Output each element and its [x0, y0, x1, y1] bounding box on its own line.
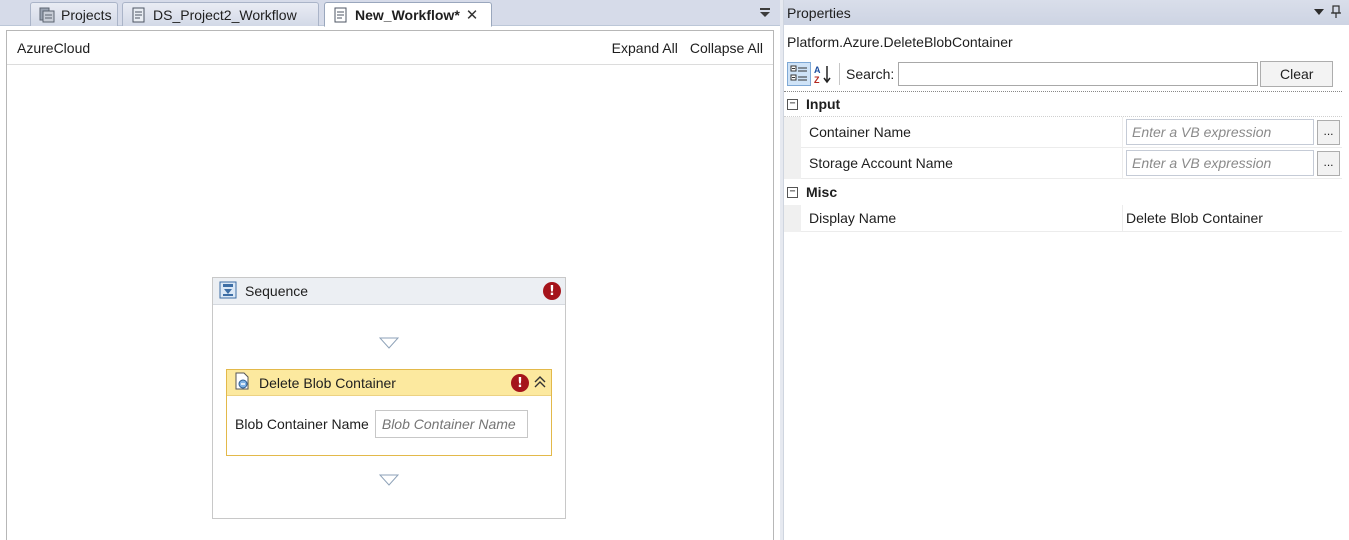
close-icon[interactable]: ✕ [466, 6, 479, 24]
row-gutter [784, 117, 801, 148]
properties-panel: Properties Platform.Azure.DeleteBlobCont… [783, 0, 1349, 540]
category-misc[interactable]: − Misc [784, 179, 1342, 205]
drop-arrow-icon[interactable] [379, 474, 399, 486]
blob-container-name-label: Blob Container Name [235, 416, 369, 432]
property-grid: − Input Container Name Enter a VB expres… [784, 91, 1342, 232]
tab-label: DS_Project2_Workflow [153, 6, 297, 23]
blob-container-name-input[interactable] [374, 410, 528, 438]
delete-blob-container-activity[interactable]: Delete Blob Container ! Blob Container N… [226, 369, 552, 456]
properties-title: Properties [787, 4, 851, 21]
categorized-icon[interactable] [787, 62, 811, 86]
property-name: Display Name [801, 205, 1123, 232]
expand-all-button[interactable]: Expand All [612, 40, 678, 56]
sequence-activity[interactable]: Sequence ! Delete Blob Container ! Blob … [212, 277, 566, 519]
menu-icon[interactable] [1313, 6, 1325, 18]
property-name: Container Name [801, 117, 1123, 148]
container-name-expression-input[interactable]: Enter a VB expression [1126, 119, 1314, 145]
document-tabstrip: Projects DS_Project2_Workflow New_Workfl… [0, 0, 780, 27]
activity-title: Delete Blob Container [259, 374, 396, 391]
collapse-icon[interactable]: − [787, 186, 798, 198]
collapse-all-button[interactable]: Collapse All [690, 40, 763, 56]
workflow-doc-icon [333, 7, 349, 23]
property-name: Storage Account Name [801, 148, 1123, 179]
activity-body: Blob Container Name [227, 396, 551, 438]
activity-icon [233, 372, 251, 393]
collapse-icon[interactable]: − [787, 98, 798, 110]
category-label: Misc [806, 184, 838, 200]
expression-editor-button[interactable]: ... [1317, 150, 1340, 176]
svg-text:A: A [814, 65, 821, 75]
display-name-value[interactable]: Delete Blob Container [1123, 205, 1342, 232]
sequence-title: Sequence [245, 283, 309, 299]
designer-surface: AzureCloud Expand All Collapse All Seque… [6, 30, 774, 540]
category-input[interactable]: − Input [784, 91, 1342, 117]
error-icon[interactable]: ! [511, 374, 529, 392]
property-value: Enter a VB expression ... [1123, 117, 1342, 148]
properties-title-bar: Properties [784, 0, 1349, 25]
selected-type-name: Platform.Azure.DeleteBlobContainer [787, 34, 1013, 50]
expression-editor-button[interactable]: ... [1317, 119, 1340, 145]
sequence-header[interactable]: Sequence ! [213, 278, 565, 305]
collapse-icon[interactable] [533, 375, 547, 389]
property-row-display-name[interactable]: Display Name Delete Blob Container [784, 205, 1342, 232]
property-row-container-name[interactable]: Container Name Enter a VB expression ... [784, 117, 1342, 148]
search-label: Search: [846, 66, 895, 82]
svg-text:Z: Z [814, 75, 820, 84]
category-label: Input [806, 96, 841, 112]
row-gutter [784, 148, 801, 179]
tab-label: New_Workflow* [355, 6, 460, 23]
clear-button[interactable]: Clear [1260, 61, 1334, 87]
row-gutter [784, 205, 801, 232]
alphabetical-icon[interactable]: AZ [811, 62, 835, 86]
tab-projects[interactable]: Projects [30, 2, 118, 26]
property-row-storage-account-name[interactable]: Storage Account Name Enter a VB expressi… [784, 148, 1342, 179]
workflow-designer-pane: Projects DS_Project2_Workflow New_Workfl… [0, 0, 780, 540]
activity-header[interactable]: Delete Blob Container ! [227, 370, 551, 396]
overflow-icon[interactable] [758, 5, 772, 19]
properties-toolbar: AZ Search: Clear [784, 59, 1349, 89]
sequence-icon [219, 281, 237, 302]
breadcrumb[interactable]: AzureCloud [17, 40, 600, 56]
property-value: Enter a VB expression ... [1123, 148, 1342, 179]
error-icon[interactable]: ! [543, 282, 561, 300]
pin-icon[interactable] [1330, 5, 1342, 19]
projects-icon [39, 7, 55, 23]
tab-label: Projects [61, 6, 112, 23]
storage-account-name-expression-input[interactable]: Enter a VB expression [1126, 150, 1314, 176]
tab-ds-project2-workflow[interactable]: DS_Project2_Workflow [122, 2, 319, 26]
search-input[interactable] [898, 62, 1259, 86]
tab-new-workflow[interactable]: New_Workflow* ✕ [324, 2, 492, 27]
drop-arrow-icon[interactable] [379, 337, 399, 349]
workflow-doc-icon [131, 7, 147, 23]
designer-toolbar: AzureCloud Expand All Collapse All [7, 31, 773, 65]
toolbar-separator [839, 63, 840, 85]
